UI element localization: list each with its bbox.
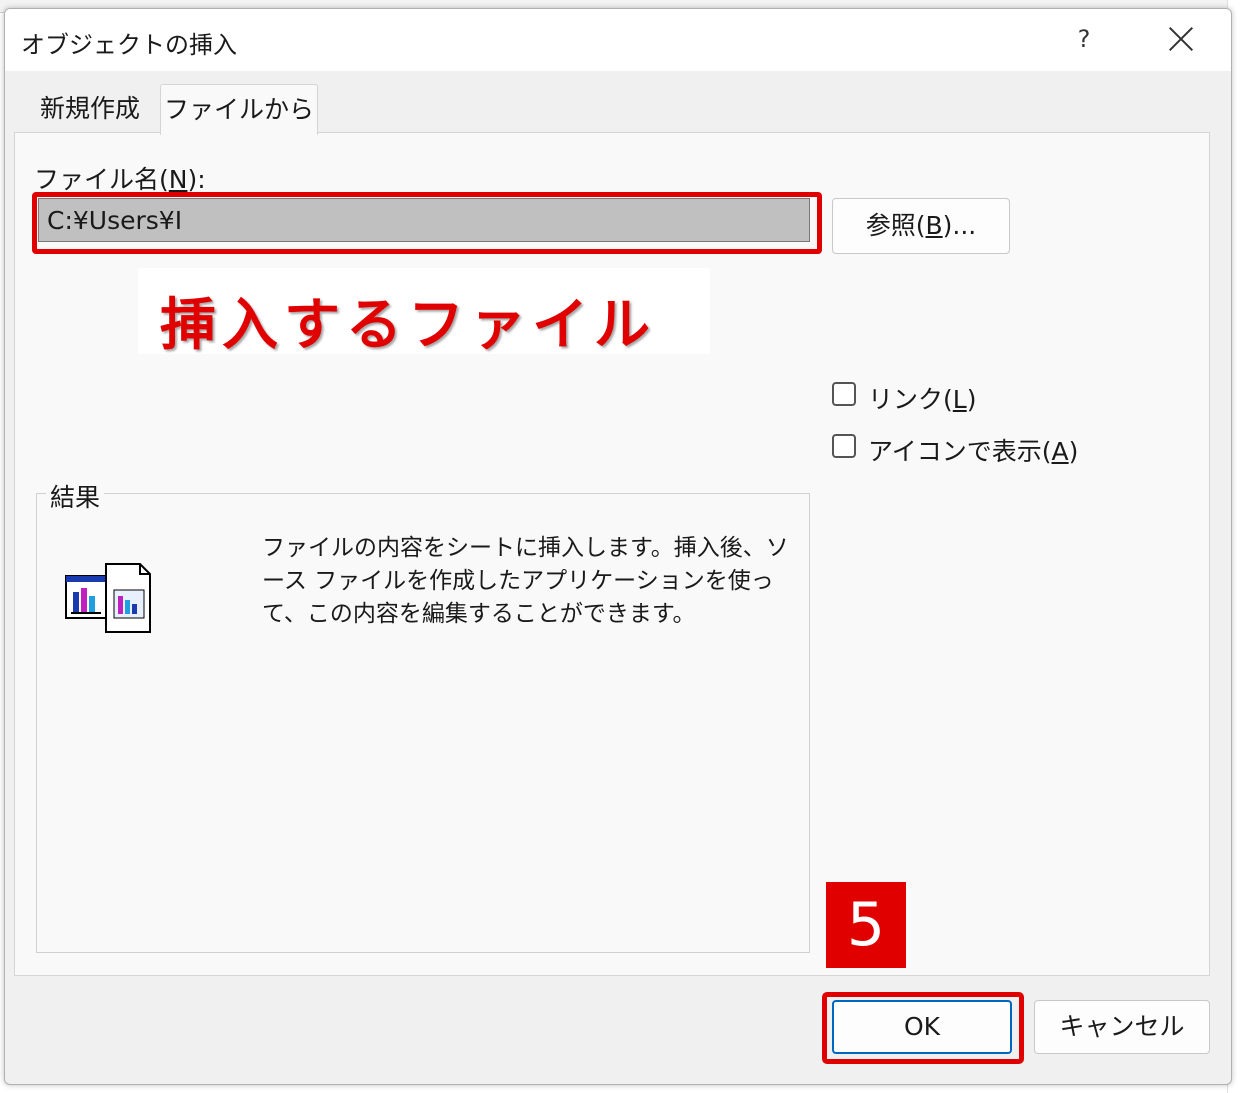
link-option[interactable]: リンク(L) <box>832 380 1032 414</box>
tab-create-new[interactable]: 新規作成 <box>20 84 160 134</box>
display-as-icon-label: アイコンで表示(A) <box>868 437 1079 466</box>
browse-button[interactable]: 参照(B)... <box>832 198 1010 254</box>
insert-file-result-icon <box>65 563 151 633</box>
link-label: リンク(L) <box>868 385 977 414</box>
result-description: ファイルの内容をシートに挿入します。挿入後、ソース ファイルを作成したアプリケー… <box>262 535 789 627</box>
display-as-icon-option[interactable]: アイコンで表示(A) <box>832 432 1092 466</box>
ok-highlight-box <box>822 992 1024 1064</box>
cancel-button[interactable]: キャンセル <box>1034 1000 1210 1054</box>
step-number-badge: 5 <box>826 882 906 968</box>
dialog-title: オブジェクトの挿入 <box>21 31 237 59</box>
help-button[interactable]: ? <box>1069 21 1099 57</box>
tab-from-file[interactable]: ファイルから <box>160 84 318 135</box>
filename-label: ファイル名(N): <box>34 165 206 194</box>
result-label: 結果 <box>46 478 105 514</box>
link-checkbox[interactable] <box>832 382 856 406</box>
close-icon[interactable] <box>1161 19 1201 59</box>
title-bar: オブジェクトの挿入 ? <box>5 9 1231 71</box>
callout-text: 挿入するファイル <box>160 293 656 358</box>
display-as-icon-checkbox[interactable] <box>832 434 856 458</box>
filename-highlight-box <box>32 192 822 254</box>
